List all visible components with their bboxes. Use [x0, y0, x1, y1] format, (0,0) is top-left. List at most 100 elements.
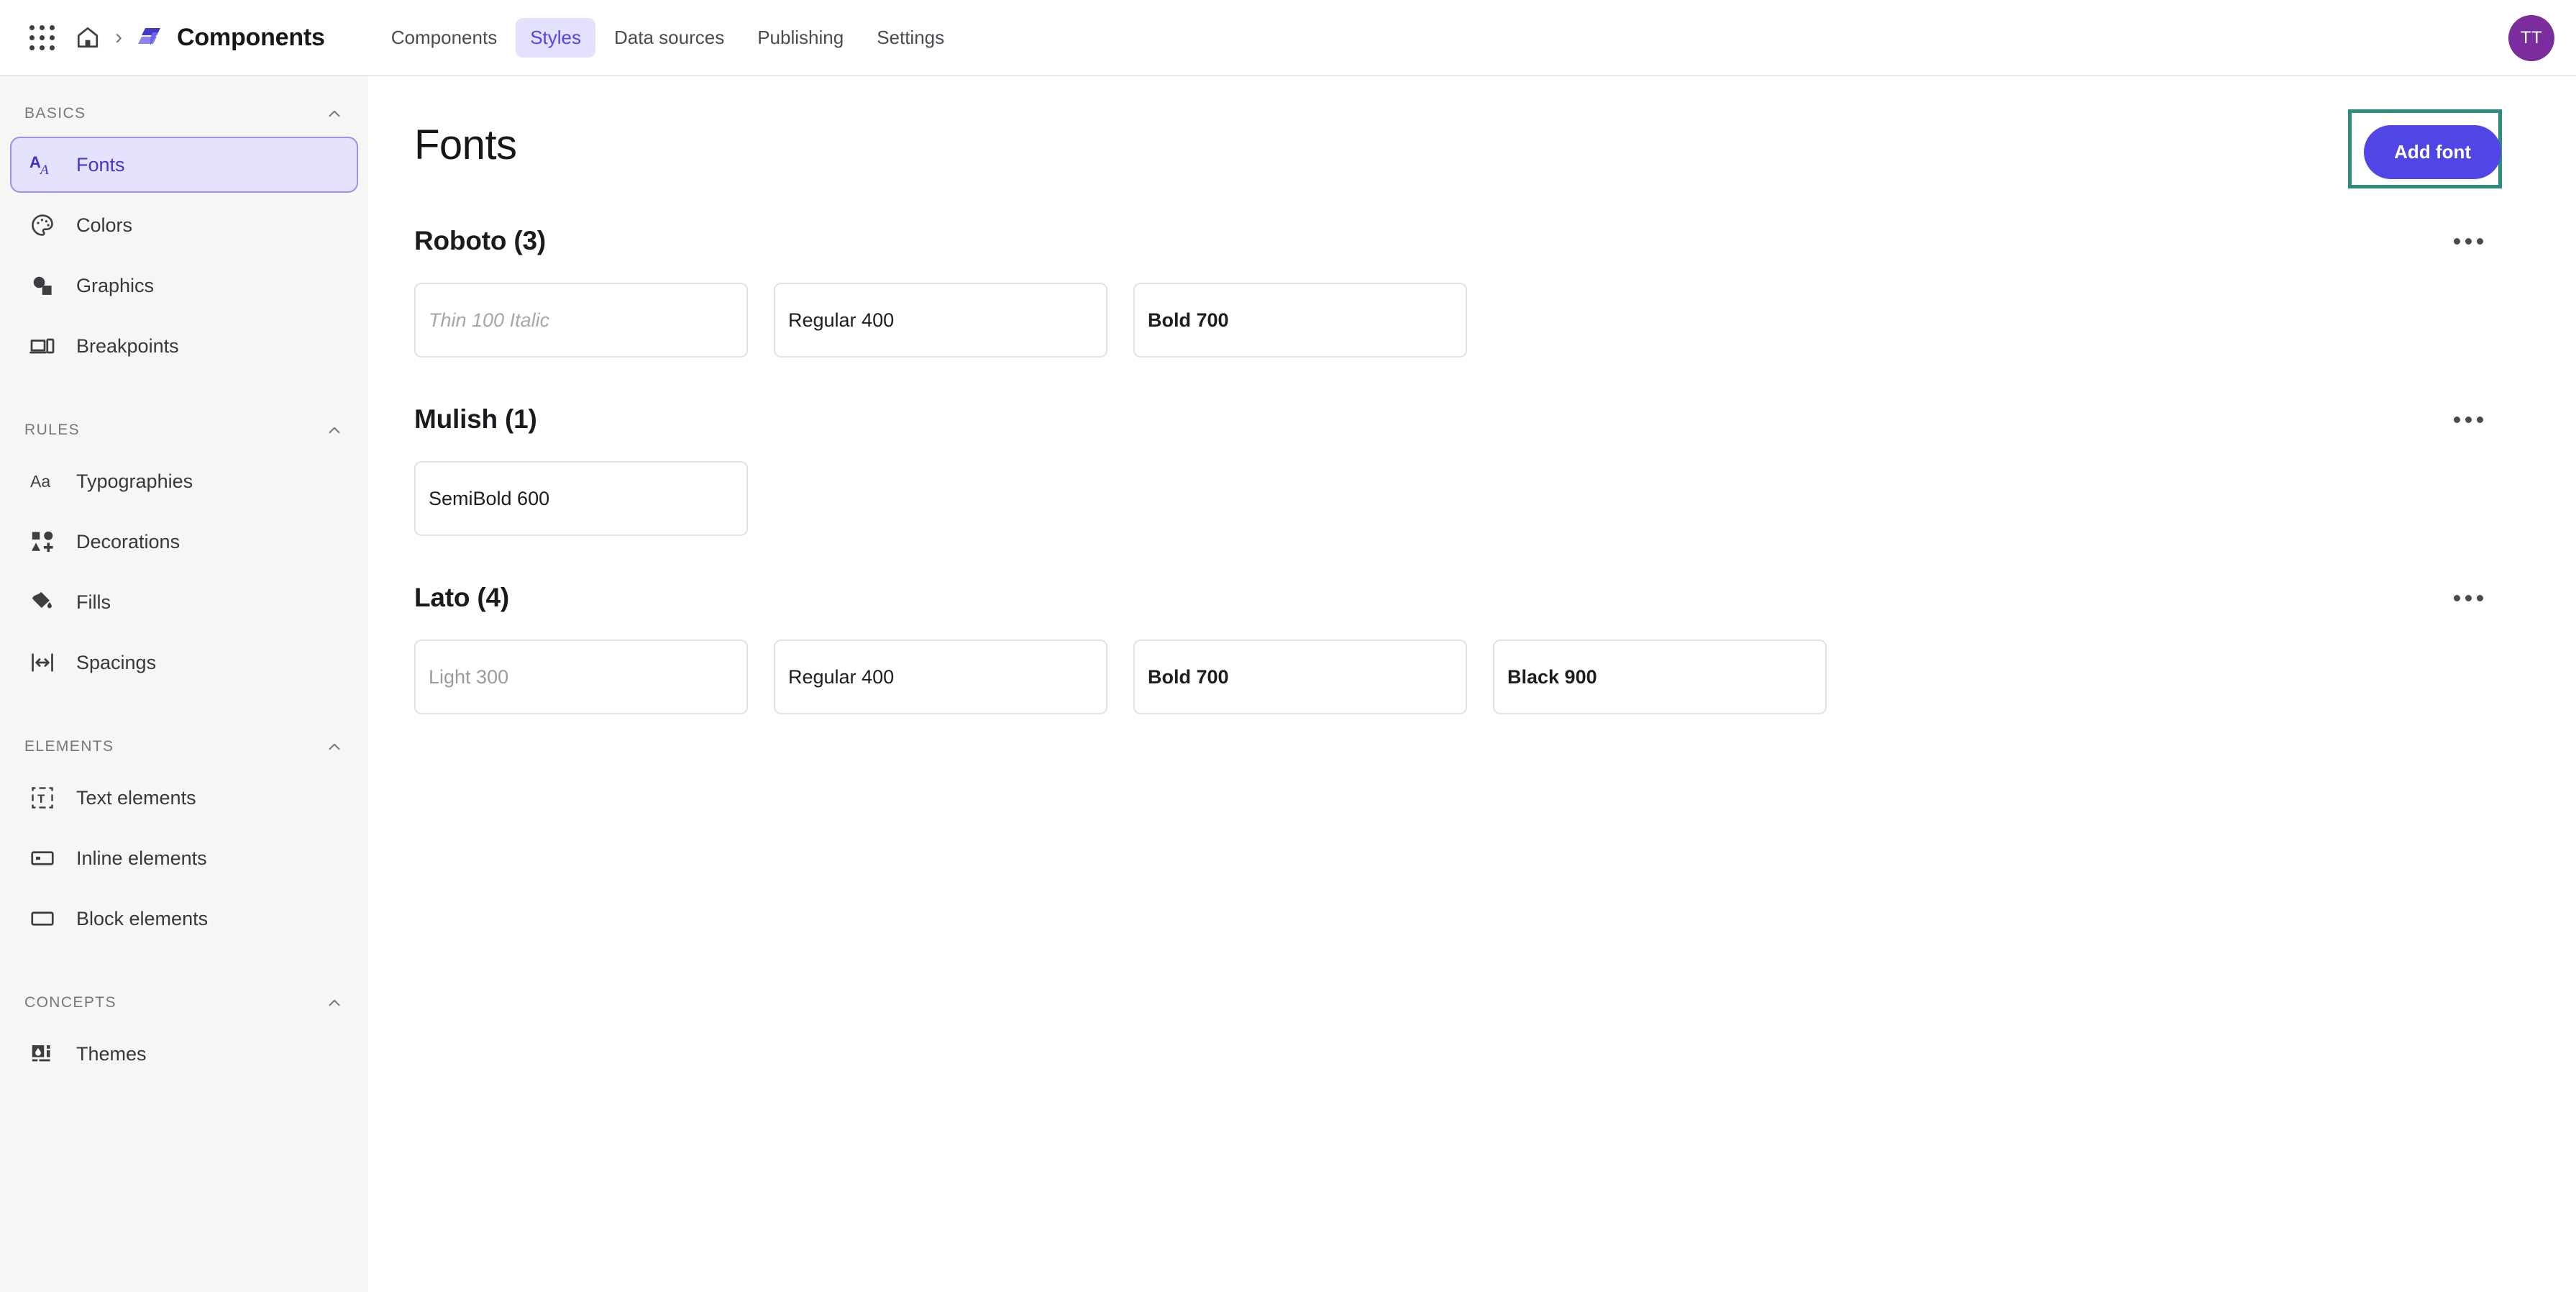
top-navigation-bar: › Components Components Styles Data sour… — [0, 0, 2576, 76]
grid-apps-icon — [29, 24, 55, 50]
tab-settings[interactable]: Settings — [862, 18, 959, 58]
add-font-button[interactable]: Add font — [2364, 125, 2501, 179]
sidebar-item-label: Fills — [76, 591, 111, 613]
sidebar-group-title: BASICS — [24, 105, 86, 122]
svg-text:A: A — [39, 163, 49, 178]
shapes-icon — [27, 270, 58, 301]
sidebar-group-header-basics[interactable]: BASICS — [0, 95, 368, 132]
font-weight-card[interactable]: Light 300 — [414, 640, 748, 714]
font-family-section-lato: Lato (4) Light 300 Regular 400 Bold 700 … — [414, 576, 2507, 714]
sidebar-item-label: Inline elements — [76, 847, 207, 869]
font-weight-label: SemiBold 600 — [429, 487, 550, 509]
font-family-section-roboto: Roboto (3) Thin 100 Italic Regular 400 B… — [414, 219, 2507, 358]
spacing-arrows-icon — [27, 647, 58, 678]
font-family-title: Roboto (3) — [414, 226, 546, 255]
font-weight-list: Light 300 Regular 400 Bold 700 Black 900 — [414, 640, 2507, 714]
sidebar-item-fonts[interactable]: A A Fonts — [10, 137, 358, 193]
home-icon — [76, 25, 100, 50]
sidebar-item-spacings[interactable]: Spacings — [10, 634, 358, 691]
font-weight-card[interactable]: Bold 700 — [1133, 640, 1467, 714]
apps-grid-button[interactable] — [19, 14, 65, 60]
svg-text:Aa: Aa — [30, 472, 50, 491]
font-weight-card[interactable]: Regular 400 — [774, 283, 1107, 358]
font-weight-label: Thin 100 Italic — [429, 309, 550, 331]
sidebar-item-label: Colors — [76, 214, 133, 236]
breadcrumb-separator-icon: › — [115, 25, 122, 49]
font-aa-icon: A A — [27, 150, 58, 180]
sidebar-group-title: CONCEPTS — [24, 994, 117, 1011]
sidebar-item-breakpoints[interactable]: Breakpoints — [10, 318, 358, 374]
font-family-section-mulish: Mulish (1) SemiBold 600 — [414, 398, 2507, 536]
chevron-up-icon[interactable] — [325, 993, 344, 1012]
chevron-up-icon[interactable] — [325, 421, 344, 440]
sidebar-item-text-elements[interactable]: T Text elements — [10, 770, 358, 826]
more-horizontal-icon[interactable] — [2447, 219, 2490, 263]
theme-drop-icon — [27, 1039, 58, 1069]
home-button[interactable] — [65, 14, 111, 60]
sidebar-item-label: Block elements — [76, 907, 209, 929]
sidebar-group-header-rules[interactable]: RULES — [0, 411, 368, 449]
font-weight-list: Thin 100 Italic Regular 400 Bold 700 — [414, 283, 2507, 358]
sidebar-item-label: Graphics — [76, 274, 155, 296]
font-weight-card[interactable]: Regular 400 — [774, 640, 1107, 714]
font-weight-label: Regular 400 — [788, 309, 895, 331]
sidebar-item-fills[interactable]: Fills — [10, 574, 358, 630]
sidebar-item-label: Spacings — [76, 651, 157, 673]
block-box-icon — [27, 904, 58, 934]
svg-text:A: A — [29, 153, 41, 171]
sidebar-item-decorations[interactable]: Decorations — [10, 514, 358, 570]
font-weight-label: Bold 700 — [1148, 665, 1229, 688]
font-weight-card[interactable]: Black 900 — [1493, 640, 1827, 714]
font-weight-card[interactable]: SemiBold 600 — [414, 461, 748, 536]
font-family-header: Mulish (1) — [414, 398, 2507, 441]
more-horizontal-icon[interactable] — [2447, 398, 2490, 441]
palette-icon — [27, 210, 58, 240]
tab-components[interactable]: Components — [377, 18, 511, 58]
tab-styles[interactable]: Styles — [516, 17, 596, 58]
sidebar-item-block-elements[interactable]: Block elements — [10, 891, 358, 947]
tab-publishing[interactable]: Publishing — [743, 18, 858, 58]
font-family-header: Lato (4) — [414, 576, 2507, 619]
sidebar-item-inline-elements[interactable]: Inline elements — [10, 830, 358, 886]
sidebar-item-typographies[interactable]: Aa Typographies — [10, 453, 358, 509]
paint-bucket-icon — [27, 587, 58, 617]
fonts-page: Fonts Add font Roboto (3) Thin 100 Itali… — [368, 76, 2576, 1292]
sidebar-item-label: Breakpoints — [76, 335, 179, 357]
font-family-title: Mulish (1) — [414, 404, 537, 434]
font-weight-label: Light 300 — [429, 665, 509, 688]
chevron-up-icon[interactable] — [325, 104, 344, 123]
sidebar-item-themes[interactable]: Themes — [10, 1026, 358, 1082]
sidebar-item-graphics[interactable]: Graphics — [10, 258, 358, 314]
styles-sidebar: BASICS A A Fonts Colors Graphics Breakpo… — [0, 76, 368, 1292]
font-family-header: Roboto (3) — [414, 219, 2507, 263]
sidebar-group-header-concepts[interactable]: CONCEPTS — [0, 984, 368, 1022]
sidebar-item-colors[interactable]: Colors — [10, 197, 358, 253]
breadcrumb-project[interactable]: Components — [137, 23, 325, 52]
page-header: Fonts Add font — [414, 109, 2507, 188]
main-tabs: Components Styles Data sources Publishin… — [377, 17, 959, 58]
font-family-title: Lato (4) — [414, 583, 510, 612]
avatar[interactable]: TT — [2508, 15, 2554, 61]
add-font-wrapper: Add font — [2348, 109, 2503, 188]
font-weight-label: Black 900 — [1507, 665, 1597, 688]
sidebar-group-header-elements[interactable]: ELEMENTS — [0, 728, 368, 765]
sidebar-item-label: Text elements — [76, 786, 196, 809]
more-horizontal-icon[interactable] — [2447, 576, 2490, 619]
chevron-up-icon[interactable] — [325, 737, 344, 756]
sidebar-item-label: Typographies — [76, 470, 193, 492]
font-weight-label: Bold 700 — [1148, 309, 1229, 331]
tab-data-sources[interactable]: Data sources — [600, 18, 739, 58]
font-weight-card[interactable]: Bold 700 — [1133, 283, 1467, 358]
decorations-icon — [27, 527, 58, 557]
stacked-layers-logo-icon — [137, 23, 165, 52]
devices-icon — [27, 331, 58, 361]
sidebar-group-title: ELEMENTS — [24, 738, 114, 755]
font-weight-card[interactable]: Thin 100 Italic — [414, 283, 748, 358]
font-weight-list: SemiBold 600 — [414, 461, 2507, 536]
brand-title: Components — [177, 23, 325, 51]
text-box-icon: T — [27, 783, 58, 813]
page-title: Fonts — [414, 122, 517, 168]
svg-text:T: T — [37, 793, 45, 806]
